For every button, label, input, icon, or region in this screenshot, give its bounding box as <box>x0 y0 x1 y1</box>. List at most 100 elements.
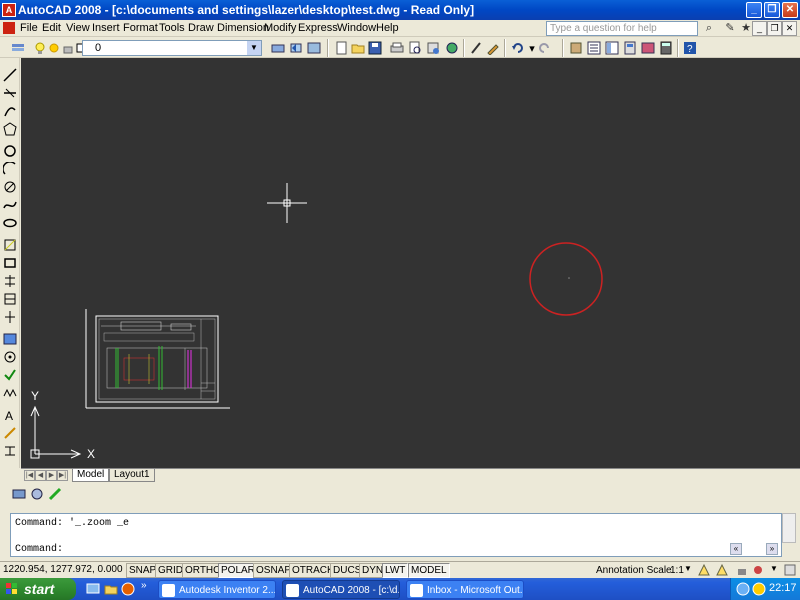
chevron-down-icon[interactable]: ▼ <box>247 41 261 55</box>
menu-insert[interactable]: Insert <box>92 22 120 34</box>
gradient-icon[interactable] <box>3 310 17 324</box>
plot-icon[interactable] <box>389 40 405 56</box>
red-circle[interactable] <box>529 242 603 316</box>
zigzag-icon[interactable] <box>3 386 17 400</box>
circle-icon[interactable] <box>3 144 17 158</box>
pan-icon[interactable] <box>568 40 584 56</box>
polyline-icon[interactable] <box>3 104 17 118</box>
scroll-right-button[interactable]: » <box>766 543 778 555</box>
lock-toolbar-icon[interactable] <box>736 564 748 576</box>
auto-scale-icon[interactable] <box>716 564 728 576</box>
first-tab-button[interactable]: |◀ <box>24 470 35 481</box>
communication-center-icon[interactable]: ✎ <box>722 21 738 36</box>
match-properties-icon[interactable] <box>485 40 501 56</box>
check-icon[interactable] <box>3 368 17 382</box>
arc-icon[interactable] <box>3 162 17 176</box>
show-desktop-icon[interactable] <box>86 582 100 596</box>
firefox-icon[interactable] <box>121 582 135 596</box>
scale-chevron-down-icon[interactable]: ▼ <box>684 564 692 573</box>
prev-tab-button[interactable]: ◀ <box>35 470 46 481</box>
hatch-icon[interactable] <box>3 292 17 306</box>
drawing-canvas[interactable]: Y X <box>21 58 800 468</box>
quickcalc-icon[interactable] <box>658 40 674 56</box>
tab-model[interactable]: Model <box>72 469 110 482</box>
menu-format[interactable]: Format <box>123 22 158 34</box>
toggle-model[interactable]: MODEL <box>408 563 450 578</box>
construction-line-icon[interactable] <box>3 86 17 100</box>
document-icon[interactable] <box>3 22 15 34</box>
spline-icon[interactable] <box>3 198 17 212</box>
menu-dimension[interactable]: Dimension <box>217 22 269 34</box>
tab-layout1[interactable]: Layout1 <box>109 469 155 482</box>
help-icon[interactable]: ? <box>682 40 698 56</box>
annotation-scale-dropdown[interactable]: 1:1 <box>670 565 684 576</box>
cut-icon[interactable] <box>468 40 484 56</box>
revision-cloud-icon[interactable] <box>3 180 17 194</box>
last-tab-button[interactable]: ▶| <box>57 470 68 481</box>
insert-block-icon[interactable] <box>3 238 17 252</box>
doc-minimize-button[interactable]: _ <box>752 21 767 36</box>
menu-help[interactable]: Help <box>376 22 399 34</box>
menu-window[interactable]: Window <box>337 22 376 34</box>
toggle-osnap[interactable]: OSNAP <box>253 563 295 578</box>
task-autocad[interactable]: AutoCAD 2008 - [c:\d... <box>282 580 400 599</box>
make-object-layer-current-icon[interactable] <box>270 40 286 56</box>
doc-close-button[interactable]: ✕ <box>782 21 797 36</box>
command-horizontal-scrollbar[interactable]: « » <box>730 543 780 556</box>
status-menu-chevron-icon[interactable]: ▼ <box>770 564 778 573</box>
tray-settings-icon[interactable] <box>752 564 764 576</box>
explorer-icon[interactable] <box>104 582 118 596</box>
menu-file[interactable]: File <box>20 22 38 34</box>
dimension-icon[interactable] <box>3 444 17 458</box>
minimize-button[interactable]: _ <box>746 2 762 18</box>
new-file-icon[interactable] <box>333 40 349 56</box>
annotation-visibility-icon[interactable] <box>698 564 710 576</box>
close-button[interactable]: ✕ <box>782 2 798 18</box>
toggle-polar[interactable]: POLAR <box>218 563 258 578</box>
quicklaunch-expand-icon[interactable]: » <box>141 580 147 591</box>
3d-dwf-icon[interactable] <box>444 40 460 56</box>
doc-restore-button[interactable]: ❐ <box>767 21 782 36</box>
task-inventor[interactable]: Autodesk Inventor 2... <box>158 580 276 599</box>
open-folder-icon[interactable] <box>350 40 366 56</box>
command-scrollbar[interactable] <box>782 513 796 543</box>
menu-draw[interactable]: Draw <box>188 22 214 34</box>
clock[interactable]: 22:17 <box>769 582 797 594</box>
design-center-icon[interactable] <box>604 40 620 56</box>
toggle-lwt[interactable]: LWT <box>382 563 409 578</box>
menu-modify[interactable]: Modify <box>264 22 296 34</box>
menu-tools[interactable]: Tools <box>159 22 185 34</box>
menu-edit[interactable]: Edit <box>42 22 61 34</box>
tray-arrow-icon[interactable] <box>736 582 750 596</box>
clean-screen-icon[interactable] <box>784 564 796 576</box>
plot-preview-icon[interactable] <box>407 40 423 56</box>
pencil-icon[interactable] <box>3 426 17 440</box>
save-icon[interactable] <box>367 40 383 56</box>
layer-states-icon[interactable] <box>306 40 322 56</box>
maximize-button[interactable]: ❐ <box>764 2 780 18</box>
menu-express[interactable]: Express <box>298 22 338 34</box>
multiline-text-icon[interactable]: A <box>3 408 17 422</box>
layer-dropdown[interactable]: 0 ▼ <box>82 40 262 56</box>
start-button[interactable]: start <box>0 578 76 600</box>
ellipse-icon[interactable] <box>3 216 17 230</box>
layer-previous-icon[interactable] <box>288 40 304 56</box>
line-icon[interactable] <box>3 68 17 82</box>
command-prompt[interactable]: Command: <box>15 544 63 555</box>
menu-view[interactable]: View <box>66 22 90 34</box>
layer-tools-icon[interactable] <box>30 487 44 501</box>
sheet-set-manager-icon[interactable] <box>640 40 656 56</box>
workspace-icon[interactable] <box>12 487 26 501</box>
make-block-icon[interactable] <box>3 256 17 270</box>
next-tab-button[interactable]: ▶ <box>46 470 57 481</box>
drawing-sheet[interactable] <box>85 309 230 409</box>
help-search-input[interactable]: Type a question for help <box>546 21 698 36</box>
point-icon[interactable] <box>3 274 17 288</box>
tool-palettes-icon[interactable] <box>622 40 638 56</box>
task-outlook[interactable]: Inbox - Microsoft Out... <box>406 580 524 599</box>
table-icon[interactable] <box>3 350 17 364</box>
autocad-icon[interactable]: A <box>2 3 16 17</box>
redo-icon[interactable] <box>536 40 552 56</box>
layer-manager-icon[interactable] <box>10 40 26 56</box>
cursor-coordinates[interactable]: 1220.954, 1277.972, 0.000 <box>3 564 123 575</box>
